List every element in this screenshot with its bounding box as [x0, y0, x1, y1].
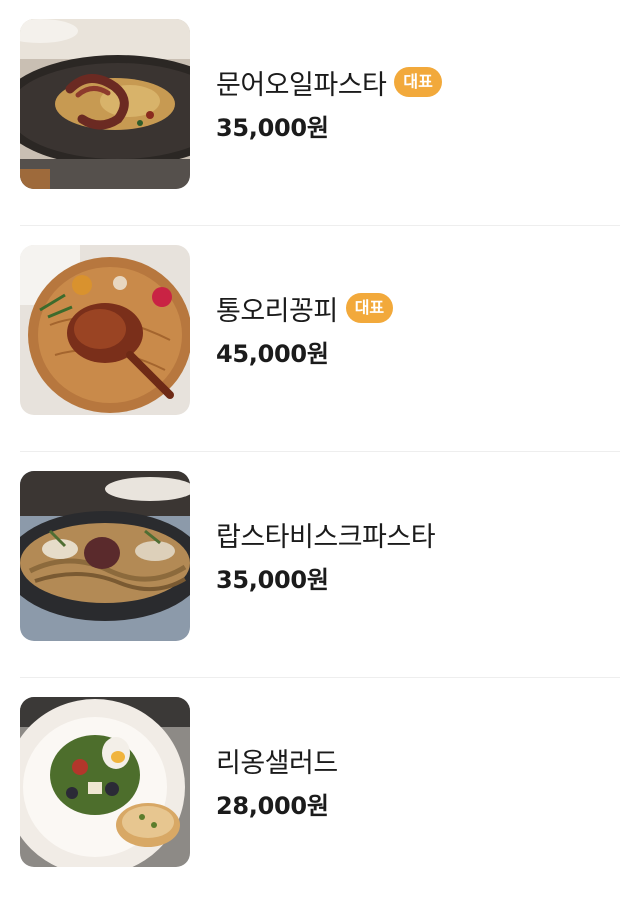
menu-item-name: 랍스타비스크파스타	[216, 521, 436, 553]
menu-item-name-row: 랍스타비스크파스타	[216, 514, 436, 554]
menu-item-photo[interactable]	[20, 471, 190, 641]
menu-item-info: 문어오일파스타 대표 35,000원	[216, 62, 442, 143]
menu-item-name-row: 통오리꽁피 대표	[216, 288, 394, 328]
menu-item-photo[interactable]	[20, 245, 190, 415]
menu-item-price: 45,000원	[216, 340, 329, 368]
lobster-bisque-pasta-photo	[20, 471, 190, 641]
menu-item-name: 통오리꽁피	[216, 295, 338, 327]
menu-item-octopus-oil-pasta[interactable]: 문어오일파스타 대표 35,000원	[20, 0, 620, 226]
menu-item-name-row: 리옹샐러드	[216, 740, 338, 780]
menu-item-whole-duck-confit[interactable]: 통오리꽁피 대표 45,000원	[20, 226, 620, 452]
whole-duck-confit-photo	[20, 245, 190, 415]
menu-item-price: 35,000원	[216, 566, 329, 594]
menu-item-lobster-bisque-pasta[interactable]: 랍스타비스크파스타 35,000원	[20, 452, 620, 678]
signature-badge: 대표	[394, 67, 442, 97]
menu-item-price: 28,000원	[216, 792, 329, 820]
menu-item-name-row: 문어오일파스타 대표	[216, 62, 442, 102]
menu-item-info: 랍스타비스크파스타 35,000원	[216, 514, 436, 595]
octopus-oil-pasta-photo	[20, 19, 190, 189]
menu-list: 문어오일파스타 대표 35,000원 통오리꽁피 대표 45,000원 랍스타비…	[0, 0, 626, 890]
menu-item-info: 통오리꽁피 대표 45,000원	[216, 288, 394, 369]
menu-item-name: 문어오일파스타	[216, 69, 387, 101]
menu-item-info: 리옹샐러드 28,000원	[216, 740, 338, 821]
lyon-salad-photo	[20, 697, 190, 867]
menu-item-price: 35,000원	[216, 114, 329, 142]
signature-badge: 대표	[345, 293, 394, 323]
menu-item-name: 리옹샐러드	[216, 747, 338, 779]
menu-item-photo[interactable]	[20, 697, 190, 867]
menu-item-photo[interactable]	[20, 19, 190, 189]
menu-item-lyon-salad[interactable]: 리옹샐러드 28,000원	[20, 678, 620, 904]
